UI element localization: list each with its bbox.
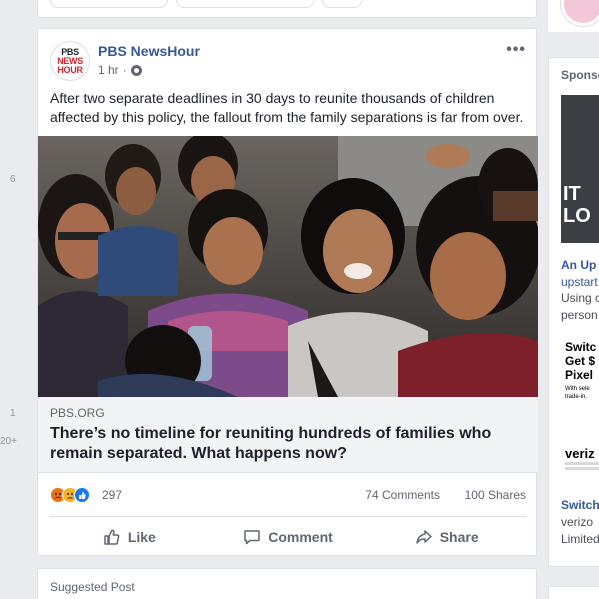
comment-button[interactable]: Comment: [209, 523, 368, 551]
ad-image-2-text: Switc: [565, 340, 597, 354]
ad-image-2[interactable]: Switc Get $ Pixel With sele trade-in. ve…: [561, 334, 599, 484]
ad-image-1-text: LO: [563, 205, 591, 227]
ad-image-2-small: With sele: [565, 386, 590, 392]
page-avatar[interactable]: PBS NEWS HOUR: [50, 41, 90, 81]
more-options-icon[interactable]: •••: [506, 41, 526, 59]
action-divider: [50, 516, 526, 517]
middot: ·: [122, 63, 127, 77]
share-button[interactable]: Share: [367, 523, 526, 551]
share-arrow-icon: [415, 530, 432, 544]
ad-image-2-small: trade-in.: [565, 394, 588, 400]
right-rail-next-card: [548, 586, 599, 599]
post-actions: Like Comment Share: [50, 523, 526, 551]
left-rail-count: 20+: [0, 436, 17, 447]
previous-action-pill[interactable]: [50, 0, 168, 8]
thumbs-up-icon: [104, 529, 120, 545]
verizon-logo: veriz: [565, 446, 595, 461]
left-rail-count: 6: [10, 174, 16, 185]
avatar-logo-line: HOUR: [57, 64, 83, 75]
comment-label: Comment: [268, 529, 333, 545]
left-rail-count: 1: [10, 408, 16, 419]
ad-image-2-fineprint: [565, 462, 599, 465]
link-preview-box[interactable]: PBS.ORG There’s no timeline for reunitin…: [38, 397, 538, 473]
ad1-line: Using c: [561, 291, 599, 305]
ad2-title[interactable]: Switch: [561, 498, 599, 512]
reaction-icons[interactable]: [50, 487, 90, 503]
comment-bubble-icon: [244, 530, 260, 545]
post-stats: 297 74 Comments 100 Shares: [50, 485, 526, 505]
previous-post-footer: [37, 0, 537, 18]
shares-count[interactable]: 100 Shares: [465, 488, 526, 502]
ad-image-1[interactable]: IT LO: [561, 95, 599, 243]
ad2-line: verizo: [561, 515, 594, 529]
ad-image-2-text: Get $: [565, 354, 596, 368]
right-rail-top: [548, 0, 599, 32]
like-label: Like: [127, 529, 156, 545]
post-time-link[interactable]: 1 hr: [98, 63, 119, 77]
link-domain: PBS.ORG: [50, 406, 105, 420]
ad1-line: upstart: [561, 275, 598, 289]
ad1-title[interactable]: An Up: [561, 258, 596, 272]
ad-image-1-text: IT: [563, 183, 581, 205]
previous-action-pill[interactable]: [176, 0, 314, 8]
link-preview-image[interactable]: [38, 136, 538, 397]
news-photo: [38, 136, 538, 397]
like-button[interactable]: Like: [50, 523, 209, 551]
feed-post: PBS NEWS HOUR PBS NewsHour 1 hr · ••• Af…: [37, 28, 538, 556]
profile-avatar[interactable]: [561, 0, 599, 26]
ad2-line: Limited: [561, 532, 599, 546]
sponsored-panel: Sponso IT LO An Up upstart Using c perso…: [548, 57, 599, 567]
ad1-line: person: [561, 308, 598, 322]
comments-count[interactable]: 74 Comments: [365, 488, 440, 502]
post-meta: 1 hr ·: [98, 63, 142, 77]
suggested-post-card: Suggested Post: [37, 568, 537, 599]
link-title[interactable]: There’s no timeline for reuniting hundre…: [50, 424, 520, 464]
globe-icon[interactable]: [130, 64, 142, 76]
previous-action-pill[interactable]: [322, 0, 362, 8]
suggested-post-label: Suggested Post: [50, 580, 135, 594]
sponsored-header: Sponso: [561, 68, 599, 82]
post-text: After two separate deadlines in 30 days …: [50, 90, 524, 125]
ad-image-2-text: Pixel: [565, 368, 594, 382]
page-name-link[interactable]: PBS NewsHour: [98, 43, 200, 59]
ad-image-2-fineprint: [565, 467, 599, 470]
left-rail: 6 1 20+: [0, 0, 30, 599]
reaction-count[interactable]: 297: [102, 488, 122, 502]
share-label: Share: [439, 529, 479, 545]
like-reaction-icon: [74, 487, 90, 503]
